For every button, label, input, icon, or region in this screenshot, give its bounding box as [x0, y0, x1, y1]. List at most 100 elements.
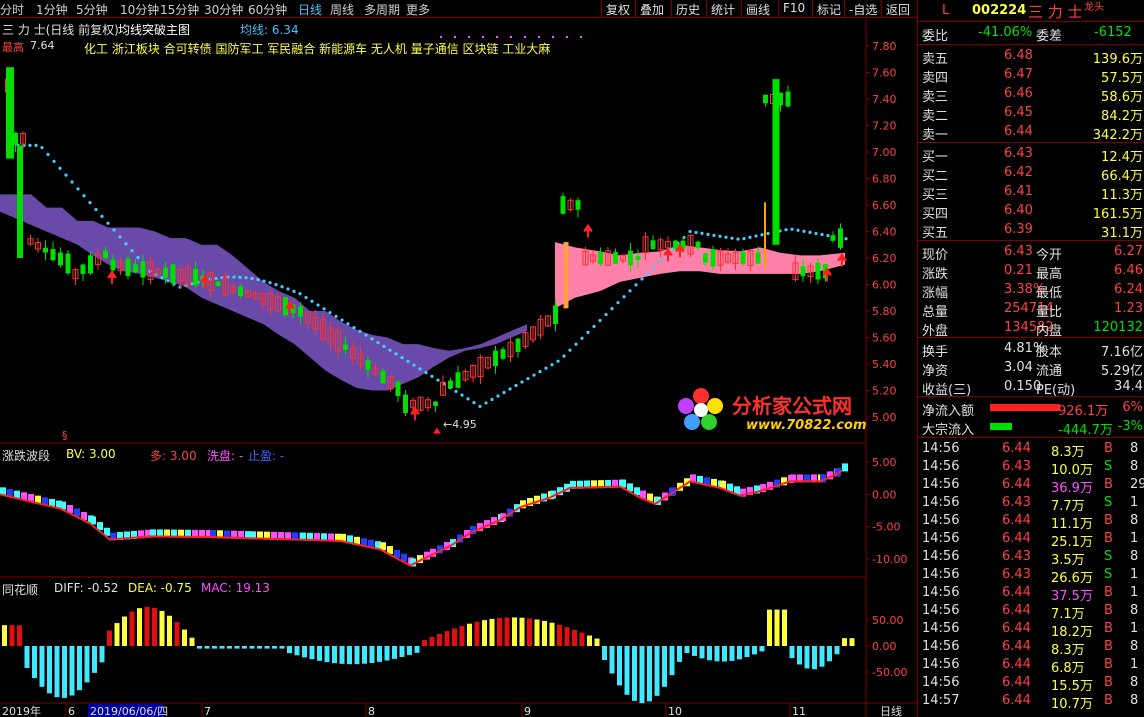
sub1-zhiying: 止盈: - — [248, 449, 285, 463]
ma-dot — [52, 159, 56, 163]
stat-value: 0.21 — [1004, 263, 1033, 278]
macd-bar — [519, 617, 525, 646]
weicha-label: 委差 — [1036, 29, 1063, 44]
sell-volume: 342.2万 — [1092, 128, 1143, 143]
macd-bar — [219, 646, 225, 649]
x-axis-label: 8 — [368, 705, 375, 717]
macd-bar — [609, 646, 615, 674]
macd-bar — [257, 646, 262, 649]
tick-count: 8 — [1130, 639, 1139, 654]
macd-bar — [32, 646, 37, 679]
sub1-name[interactable]: 涨跌波段 — [2, 447, 50, 464]
ma-dot — [628, 289, 632, 293]
toolbar-button-1[interactable]: 叠加 — [640, 1, 664, 18]
macd-bar — [489, 618, 495, 646]
x-axis-label: 6 — [68, 705, 75, 717]
buy-row[interactable]: 买一 6.43 12.4万 — [918, 145, 1144, 165]
marker-dot — [552, 36, 554, 38]
toolbar-button-7[interactable]: -自选 — [849, 1, 877, 18]
macd-bar — [114, 623, 120, 646]
ma-dot — [250, 276, 254, 281]
tick-price: 6.44 — [1002, 657, 1031, 672]
period-tab-7[interactable]: 日线 — [298, 1, 322, 18]
macd-bar — [482, 620, 487, 646]
period-tab-9[interactable]: 多周期 — [364, 1, 400, 18]
stat-value: 1.23 — [1114, 301, 1143, 316]
ma-dot — [40, 146, 44, 150]
buy-row[interactable]: 买三 6.41 11.3万 — [918, 183, 1144, 203]
ma-dot — [766, 231, 770, 236]
candle — [58, 247, 63, 268]
ma-dot — [214, 276, 218, 281]
ma-dot — [736, 237, 740, 241]
macd-bar — [624, 646, 630, 695]
toolbar-separator — [706, 0, 707, 18]
ma-dot — [136, 255, 140, 260]
marker-dot — [482, 36, 484, 38]
toolbar-button-3[interactable]: 统计 — [711, 1, 735, 18]
sell-row[interactable]: 卖四 6.47 57.5万 — [918, 66, 1144, 86]
toolbar-button-0[interactable]: 复权 — [606, 1, 630, 18]
tick-row: 14:56 6.43 7.7万 S 1 — [918, 494, 1144, 514]
period-tab-5[interactable]: 30分钟 — [204, 1, 243, 18]
ma-dot — [580, 336, 584, 340]
ma-dot — [292, 289, 296, 293]
sell-price: 6.47 — [1004, 67, 1033, 82]
stat-value: 34.4 — [1114, 379, 1143, 394]
period-tab-2[interactable]: 5分钟 — [76, 1, 108, 18]
buy-label: 买五 — [922, 226, 949, 241]
sell-row[interactable]: 卖二 6.45 84.2万 — [918, 104, 1144, 124]
stat-label: 涨跌 — [922, 267, 949, 282]
sell-row[interactable]: 卖五 6.48 139.6万 — [918, 47, 1144, 67]
stock-code: 002224 — [972, 3, 1027, 18]
tick-volume: 10.7万 — [1051, 697, 1093, 712]
tick-direction: S — [1104, 567, 1113, 582]
sell-row[interactable]: 卖三 6.46 58.6万 — [918, 85, 1144, 105]
macd-bar — [639, 646, 645, 704]
toolbar-button-2[interactable]: 历史 — [676, 1, 700, 18]
y-axis-label: 6.60 — [872, 199, 897, 212]
buy-row[interactable]: 买四 6.40 161.5万 — [918, 202, 1144, 222]
tick-time: 14:56 — [922, 531, 960, 546]
ma-dot — [334, 314, 338, 318]
toolbar-button-4[interactable]: 画线 — [746, 1, 770, 18]
period-tab-6[interactable]: 60分钟 — [248, 1, 287, 18]
tick-direction: B — [1104, 693, 1113, 708]
buy-row[interactable]: 买五 6.39 31.1万 — [918, 221, 1144, 241]
toolbar-separator — [778, 0, 779, 18]
period-tab-8[interactable]: 周线 — [330, 1, 354, 18]
ma-dot — [394, 352, 398, 356]
buy-row[interactable]: 买二 6.42 66.4万 — [918, 164, 1144, 184]
candle — [807, 262, 814, 283]
macd-bar — [302, 646, 307, 658]
tick-direction: B — [1104, 603, 1113, 618]
stat-label: 换手 — [922, 345, 949, 360]
period-tab-0[interactable]: 分时 — [0, 1, 24, 18]
tick-price: 6.44 — [1002, 621, 1031, 636]
watermark-title: 分析家公式网 — [732, 394, 852, 418]
period-tab-3[interactable]: 10分钟 — [120, 1, 159, 18]
ma-dot — [340, 318, 344, 322]
tick-count: 1 — [1130, 567, 1139, 582]
macd-bar — [714, 646, 720, 662]
sell-row[interactable]: 卖一 6.44 342.2万 — [918, 123, 1144, 143]
macd-bar — [384, 646, 390, 661]
period-tab-4[interactable]: 15分钟 — [160, 1, 199, 18]
macd-bar — [399, 646, 405, 657]
sell-label: 卖一 — [922, 128, 949, 143]
indicator-name[interactable]: 均线突破主图 — [118, 21, 190, 38]
sub2-name[interactable]: 同花顺 — [2, 581, 38, 598]
macd-bar — [677, 646, 682, 662]
period-tab-10[interactable]: 更多 — [406, 1, 430, 18]
toolbar-button-6[interactable]: 标记 — [817, 1, 841, 18]
period-tab-1[interactable]: 1分钟 — [36, 1, 68, 18]
sub1-y-label: -5.00 — [872, 521, 900, 534]
toolbar-button-8[interactable]: 返回 — [886, 1, 910, 18]
ma-dot — [268, 281, 272, 285]
macd-bar — [234, 646, 240, 649]
toolbar-button-5[interactable]: F10 — [783, 1, 805, 15]
macd-bar — [167, 615, 172, 646]
ma-dot — [460, 393, 464, 397]
macd-bar — [122, 616, 127, 646]
ma-dot — [490, 397, 494, 402]
